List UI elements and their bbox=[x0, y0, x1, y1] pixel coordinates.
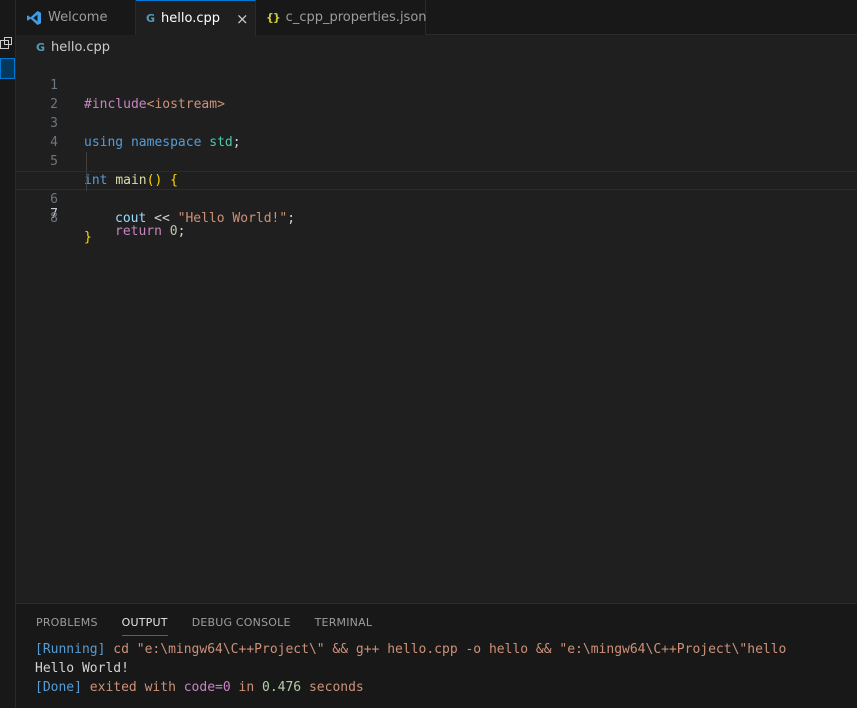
output-line-done: [Done] exited with code=0 in 0.476 secon… bbox=[35, 678, 786, 697]
panel-tabs: PROBLEMS OUTPUT DEBUG CONSOLE TERMINAL bbox=[36, 616, 396, 636]
done-in: in bbox=[238, 680, 255, 695]
tab-problems[interactable]: PROBLEMS bbox=[36, 616, 98, 636]
program-output: Hello World! bbox=[35, 661, 129, 676]
tab-label: Welcome bbox=[48, 10, 108, 25]
done-code: code=0 bbox=[183, 680, 231, 695]
tab-debug-console[interactable]: DEBUG CONSOLE bbox=[192, 616, 291, 636]
token: "Hello World!" bbox=[177, 211, 288, 226]
copy-icon[interactable] bbox=[0, 37, 12, 49]
code-line[interactable]: 6 cout << "Hello World!"; bbox=[16, 152, 857, 226]
done-exited: exited with bbox=[89, 680, 176, 695]
token: ; bbox=[177, 224, 186, 239]
cpp-file-icon: G bbox=[146, 12, 156, 25]
code-line[interactable]: 3 using namespace std; bbox=[16, 95, 857, 150]
running-tag: [Running] bbox=[35, 642, 106, 657]
editor-tab-bar: Welcome G hello.cpp × {} c_cpp_propertie… bbox=[16, 0, 857, 36]
output-line-running: [Running] cd "e:\mingw64\C++Project\" &&… bbox=[35, 640, 786, 659]
tab-output[interactable]: OUTPUT bbox=[121, 616, 168, 636]
breadcrumb[interactable]: G hello.cpp bbox=[36, 38, 110, 56]
close-icon[interactable]: × bbox=[236, 10, 249, 28]
indent-guide bbox=[86, 152, 87, 171]
code-line[interactable]: 8 } bbox=[16, 190, 857, 245]
json-file-icon: {} bbox=[266, 11, 281, 24]
code-editor[interactable]: 1 #include<iostream> 2 3 using namespace… bbox=[16, 57, 857, 603]
code-line[interactable]: 2 bbox=[16, 76, 857, 112]
token: return bbox=[115, 224, 162, 239]
breadcrumb-file[interactable]: hello.cpp bbox=[51, 40, 110, 55]
code-line[interactable]: 1 #include<iostream> bbox=[16, 57, 857, 112]
done-seconds: seconds bbox=[308, 680, 364, 695]
done-tag: [Done] bbox=[35, 680, 82, 695]
selected-explorer-item[interactable] bbox=[0, 58, 15, 79]
tab-label: c_cpp_properties.json bbox=[285, 10, 427, 25]
done-time: 0.476 bbox=[262, 680, 302, 695]
bottom-panel: PROBLEMS OUTPUT DEBUG CONSOLE TERMINAL [… bbox=[16, 603, 857, 708]
indent-guide bbox=[86, 172, 87, 191]
running-command: cd "e:\mingw64\C++Project\" && g++ hello… bbox=[113, 642, 787, 657]
tab-label: hello.cpp bbox=[161, 11, 221, 26]
output-log[interactable]: [Running] cd "e:\mingw64\C++Project\" &&… bbox=[35, 640, 786, 697]
tab-terminal[interactable]: TERMINAL bbox=[315, 616, 373, 636]
tab-c-cpp-properties[interactable]: {} c_cpp_properties.json bbox=[256, 0, 427, 35]
code-line-current[interactable]: 7 return 0; bbox=[16, 171, 857, 239]
line-number: 8 bbox=[50, 211, 58, 226]
cpp-file-icon: G bbox=[36, 40, 46, 54]
left-edge-strip bbox=[0, 0, 16, 708]
vscode-icon bbox=[26, 10, 42, 26]
tab-hello-cpp[interactable]: G hello.cpp × bbox=[136, 0, 256, 36]
code-line[interactable]: 4 bbox=[16, 114, 857, 150]
token: } bbox=[84, 230, 92, 245]
token: ; bbox=[287, 211, 296, 226]
tab-welcome[interactable]: Welcome bbox=[16, 0, 136, 35]
token: 0 bbox=[169, 224, 178, 239]
code-line[interactable]: 5 int main() { bbox=[16, 133, 857, 188]
